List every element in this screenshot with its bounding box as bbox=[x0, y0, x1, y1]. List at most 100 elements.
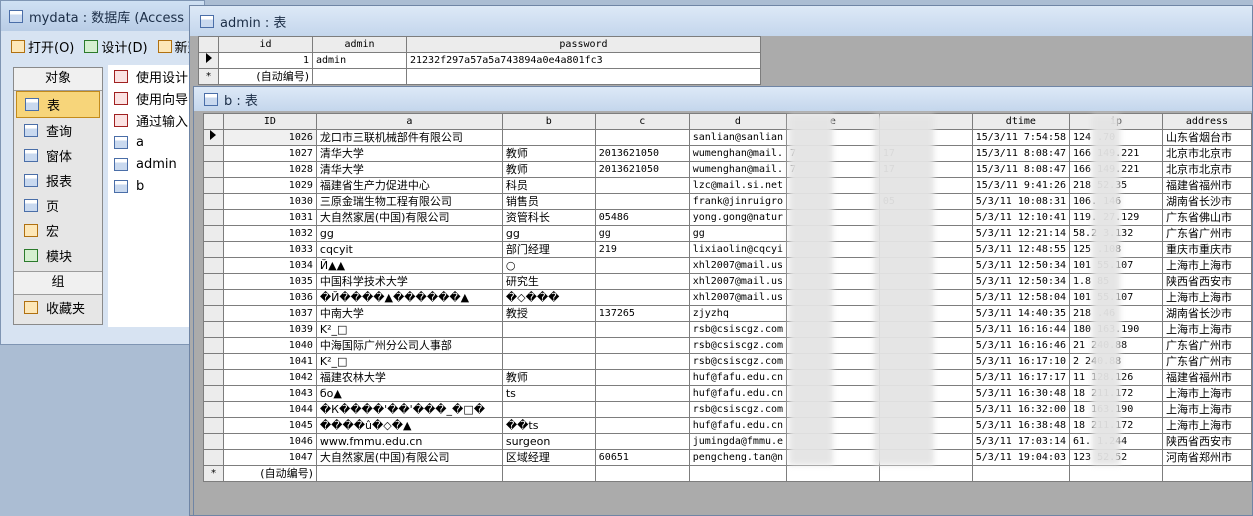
cell-dtime[interactable]: 5/3/11 12:21:14 bbox=[971, 225, 1071, 242]
column-header-a[interactable]: a bbox=[315, 113, 503, 130]
cell-b[interactable]: 科员 bbox=[501, 177, 596, 194]
cell-b[interactable] bbox=[501, 337, 596, 354]
cell-address[interactable]: 重庆市重庆市 bbox=[1161, 241, 1253, 258]
cell-c[interactable] bbox=[594, 369, 690, 386]
row-selector[interactable] bbox=[203, 369, 224, 386]
cell-empty[interactable] bbox=[406, 68, 761, 85]
cell-a[interactable]: Й▲▲ bbox=[315, 257, 503, 274]
row-selector[interactable] bbox=[203, 209, 224, 226]
cell-dtime[interactable]: 5/3/11 16:16:46 bbox=[971, 337, 1071, 354]
cell-dtime[interactable]: 5/3/11 16:30:48 bbox=[971, 385, 1071, 402]
cell-id[interactable]: 1031 bbox=[222, 209, 317, 226]
cell-d[interactable]: sanlian@sanlian bbox=[688, 129, 788, 146]
row-selector[interactable] bbox=[203, 273, 224, 290]
favorites-item[interactable]: 收藏夹 bbox=[14, 295, 102, 320]
cell-id[interactable]: 1045 bbox=[222, 417, 317, 434]
cell-c[interactable]: 05486 bbox=[594, 209, 690, 226]
cell-d[interactable]: wumenghan@mail. bbox=[688, 161, 788, 178]
cell-c[interactable] bbox=[594, 289, 690, 306]
column-header-d[interactable]: d bbox=[688, 113, 788, 130]
cell-b[interactable]: ○ bbox=[501, 257, 596, 274]
cell-dtime[interactable]: 5/3/11 16:17:10 bbox=[971, 353, 1071, 370]
row-selector[interactable] bbox=[203, 289, 224, 306]
cell-address[interactable]: 上海市上海市 bbox=[1161, 401, 1253, 418]
cell-address[interactable]: 陕西省西安市 bbox=[1161, 273, 1253, 290]
cell-address[interactable]: 上海市上海市 bbox=[1161, 321, 1253, 338]
column-header-id[interactable]: ID bbox=[222, 113, 317, 130]
cell-empty[interactable] bbox=[1161, 465, 1253, 482]
cell-b[interactable]: 教师 bbox=[501, 369, 596, 386]
objects-item-reports[interactable]: 报表 bbox=[14, 168, 102, 193]
cell-a[interactable]: 中南大学 bbox=[315, 305, 503, 322]
cell-id[interactable]: 1047 bbox=[222, 449, 317, 466]
cell-dtime[interactable]: 5/3/11 19:04:03 bbox=[971, 449, 1071, 466]
cell-d[interactable]: rsb@csiscgz.com bbox=[688, 353, 788, 370]
cell-empty[interactable] bbox=[312, 68, 407, 85]
cell-id[interactable]: 1037 bbox=[222, 305, 317, 322]
cell-b[interactable] bbox=[501, 353, 596, 370]
cell-dtime[interactable]: 15/3/11 8:08:47 bbox=[971, 161, 1071, 178]
column-header-id[interactable]: id bbox=[218, 36, 313, 53]
cell-id[interactable]: 1 bbox=[218, 52, 313, 69]
cell-d[interactable]: huf@fafu.edu.cn bbox=[688, 385, 788, 402]
objects-item-forms[interactable]: 窗体 bbox=[14, 143, 102, 168]
row-selector[interactable] bbox=[203, 417, 224, 434]
objects-item-macros[interactable]: 宏 bbox=[14, 218, 102, 243]
column-header-dtime[interactable]: dtime bbox=[971, 113, 1071, 130]
cell-b[interactable]: 研究生 bbox=[501, 273, 596, 290]
cell-id[interactable]: 1036 bbox=[222, 289, 317, 306]
cell-empty[interactable] bbox=[786, 465, 880, 482]
cell-d[interactable]: lixiaolin@cqcyi bbox=[688, 241, 788, 258]
cell-id[interactable]: 1044 bbox=[222, 401, 317, 418]
cell-b[interactable]: 资管科长 bbox=[501, 209, 596, 226]
cell-c[interactable] bbox=[594, 433, 690, 450]
cell-dtime[interactable]: 5/3/11 12:10:41 bbox=[971, 209, 1071, 226]
cell-dtime[interactable]: 5/3/11 12:58:04 bbox=[971, 289, 1071, 306]
cell-address[interactable]: 河南省郑州市 bbox=[1161, 449, 1253, 466]
cell-a[interactable]: 清华大学 bbox=[315, 145, 503, 162]
cell-dtime[interactable]: 15/3/11 9:41:26 bbox=[971, 177, 1071, 194]
cell-d[interactable]: gg bbox=[688, 225, 788, 242]
cell-id[interactable]: 1027 bbox=[222, 145, 317, 162]
objects-item-queries[interactable]: 查询 bbox=[14, 118, 102, 143]
cell-dtime[interactable]: 5/3/11 16:17:17 bbox=[971, 369, 1071, 386]
cell-address[interactable]: 北京市北京市 bbox=[1161, 161, 1253, 178]
objects-item-tables[interactable]: 表 bbox=[16, 91, 100, 118]
cell-id[interactable]: 1042 bbox=[222, 369, 317, 386]
cell-a[interactable]: 中海国际广州分公司人事部 bbox=[315, 337, 503, 354]
row-selector[interactable] bbox=[203, 145, 224, 162]
cell-a[interactable]: gg bbox=[315, 225, 503, 242]
cell-c[interactable]: 2013621050 bbox=[594, 161, 690, 178]
cell-b[interactable]: gg bbox=[501, 225, 596, 242]
cell-id[interactable]: 1030 bbox=[222, 193, 317, 210]
cell-a[interactable]: K²_□ bbox=[315, 353, 503, 370]
cell-password[interactable]: 21232f297a57a5a743894a0e4a801fc3 bbox=[406, 52, 761, 69]
cell-id[interactable]: 1041 bbox=[222, 353, 317, 370]
cell-c[interactable]: 2013621050 bbox=[594, 145, 690, 162]
design-button[interactable]: 设计(D) bbox=[84, 37, 148, 56]
cell-c[interactable] bbox=[594, 129, 690, 146]
cell-id[interactable]: 1035 bbox=[222, 273, 317, 290]
cell-empty[interactable] bbox=[971, 465, 1071, 482]
cell-dtime[interactable]: 5/3/11 16:32:00 bbox=[971, 401, 1071, 418]
objects-item-pages[interactable]: 页 bbox=[14, 193, 102, 218]
row-selector[interactable] bbox=[203, 161, 224, 178]
cell-a[interactable]: cqcyit bbox=[315, 241, 503, 258]
objects-item-modules[interactable]: 模块 bbox=[14, 243, 102, 268]
cell-dtime[interactable]: 5/3/11 16:16:44 bbox=[971, 321, 1071, 338]
open-button[interactable]: 打开(O) bbox=[11, 37, 74, 56]
cell-empty[interactable] bbox=[878, 465, 973, 482]
cell-b[interactable]: 教授 bbox=[501, 305, 596, 322]
cell-a[interactable]: 大自然家居(中国)有限公司 bbox=[315, 209, 503, 226]
cell-d[interactable]: pengcheng.tan@n bbox=[688, 449, 788, 466]
cell-id[interactable]: 1029 bbox=[222, 177, 317, 194]
cell-d[interactable]: huf@fafu.edu.cn bbox=[688, 369, 788, 386]
row-selector[interactable] bbox=[203, 241, 224, 258]
cell-a[interactable]: 福建农林大学 bbox=[315, 369, 503, 386]
cell-admin[interactable]: admin bbox=[312, 52, 407, 69]
cell-c[interactable] bbox=[594, 257, 690, 274]
cell-d[interactable]: rsb@csiscgz.com bbox=[688, 337, 788, 354]
cell-empty[interactable] bbox=[315, 465, 503, 482]
cell-b[interactable]: ��ts bbox=[501, 417, 596, 434]
cell-b[interactable] bbox=[501, 321, 596, 338]
